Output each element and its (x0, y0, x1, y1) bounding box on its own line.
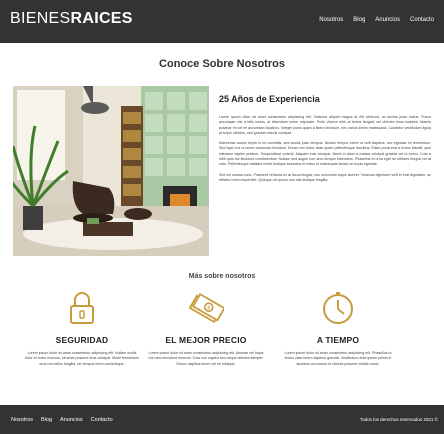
footer-link-contacto[interactable]: Contacto (91, 417, 113, 423)
feature-title: EL MEJOR PRECIO (165, 335, 247, 345)
feature-title: SEGURIDAD (55, 335, 109, 345)
feature-mejor-precio: $ EL MEJOR PRECIO Lorem ipsum dolor sit … (146, 290, 266, 367)
about-paragraph: Sed vel massa nunc. Praesent vehicula ex… (219, 172, 431, 182)
nav-link-nosotros[interactable]: Nosotros (319, 17, 343, 23)
site-logo[interactable]: BIENESRAICES (10, 10, 133, 28)
copyright-text: Todos los derechos reservados 2021 © (359, 417, 438, 422)
feature-description: Lorem ipsum dolor sit amet consectetur a… (284, 351, 392, 366)
site-footer: Nosotros Blog Anuncios Contacto Todos lo… (0, 405, 444, 434)
feature-a-tiempo: A TIEMPO Lorem ipsum dolor sit amet cons… (278, 290, 398, 367)
nav-link-anuncios[interactable]: Anuncios (375, 17, 400, 23)
footer-link-nosotros[interactable]: Nosotros (11, 417, 33, 423)
clock-icon (323, 292, 353, 324)
main-nav: Nosotros Blog Anuncios Contacto (319, 17, 434, 23)
about-section-title: Conoce Sobre Nosotros (159, 58, 285, 70)
about-heading: 25 Años de Experiencia (219, 94, 320, 104)
feature-title: A TIEMPO (316, 335, 360, 345)
footer-nav: Nosotros Blog Anuncios Contacto (11, 417, 113, 423)
footer-link-blog[interactable]: Blog (41, 417, 52, 423)
logo-text-bold: RAICES (70, 10, 133, 27)
nav-link-contacto[interactable]: Contacto (410, 17, 434, 23)
feature-description: Lorem ipsum dolor sit amet consectetur a… (24, 351, 140, 366)
site-header: BIENESRAICES Nosotros Blog Anuncios Cont… (0, 0, 444, 43)
lock-icon (70, 292, 94, 324)
about-paragraph: Lorem ipsum dolor sit amet consectetur a… (219, 115, 431, 135)
feature-seguridad: SEGURIDAD Lorem ipsum dolor sit amet con… (22, 290, 142, 367)
feature-description: Lorem ipsum dolor sit amet consectetur a… (148, 351, 264, 366)
money-icon: $ (188, 292, 224, 324)
footer-link-anuncios[interactable]: Anuncios (60, 417, 83, 423)
logo-text-thin: BIENES (10, 10, 71, 27)
more-section-title: Más sobre nosotros (188, 273, 256, 280)
about-image (13, 86, 209, 256)
about-content: 25 Años de Experiencia Lorem ipsum dolor… (219, 94, 431, 188)
about-paragraph: Maecenas auctor turpis in mi convallis, … (219, 141, 431, 167)
nav-link-blog[interactable]: Blog (353, 17, 365, 23)
